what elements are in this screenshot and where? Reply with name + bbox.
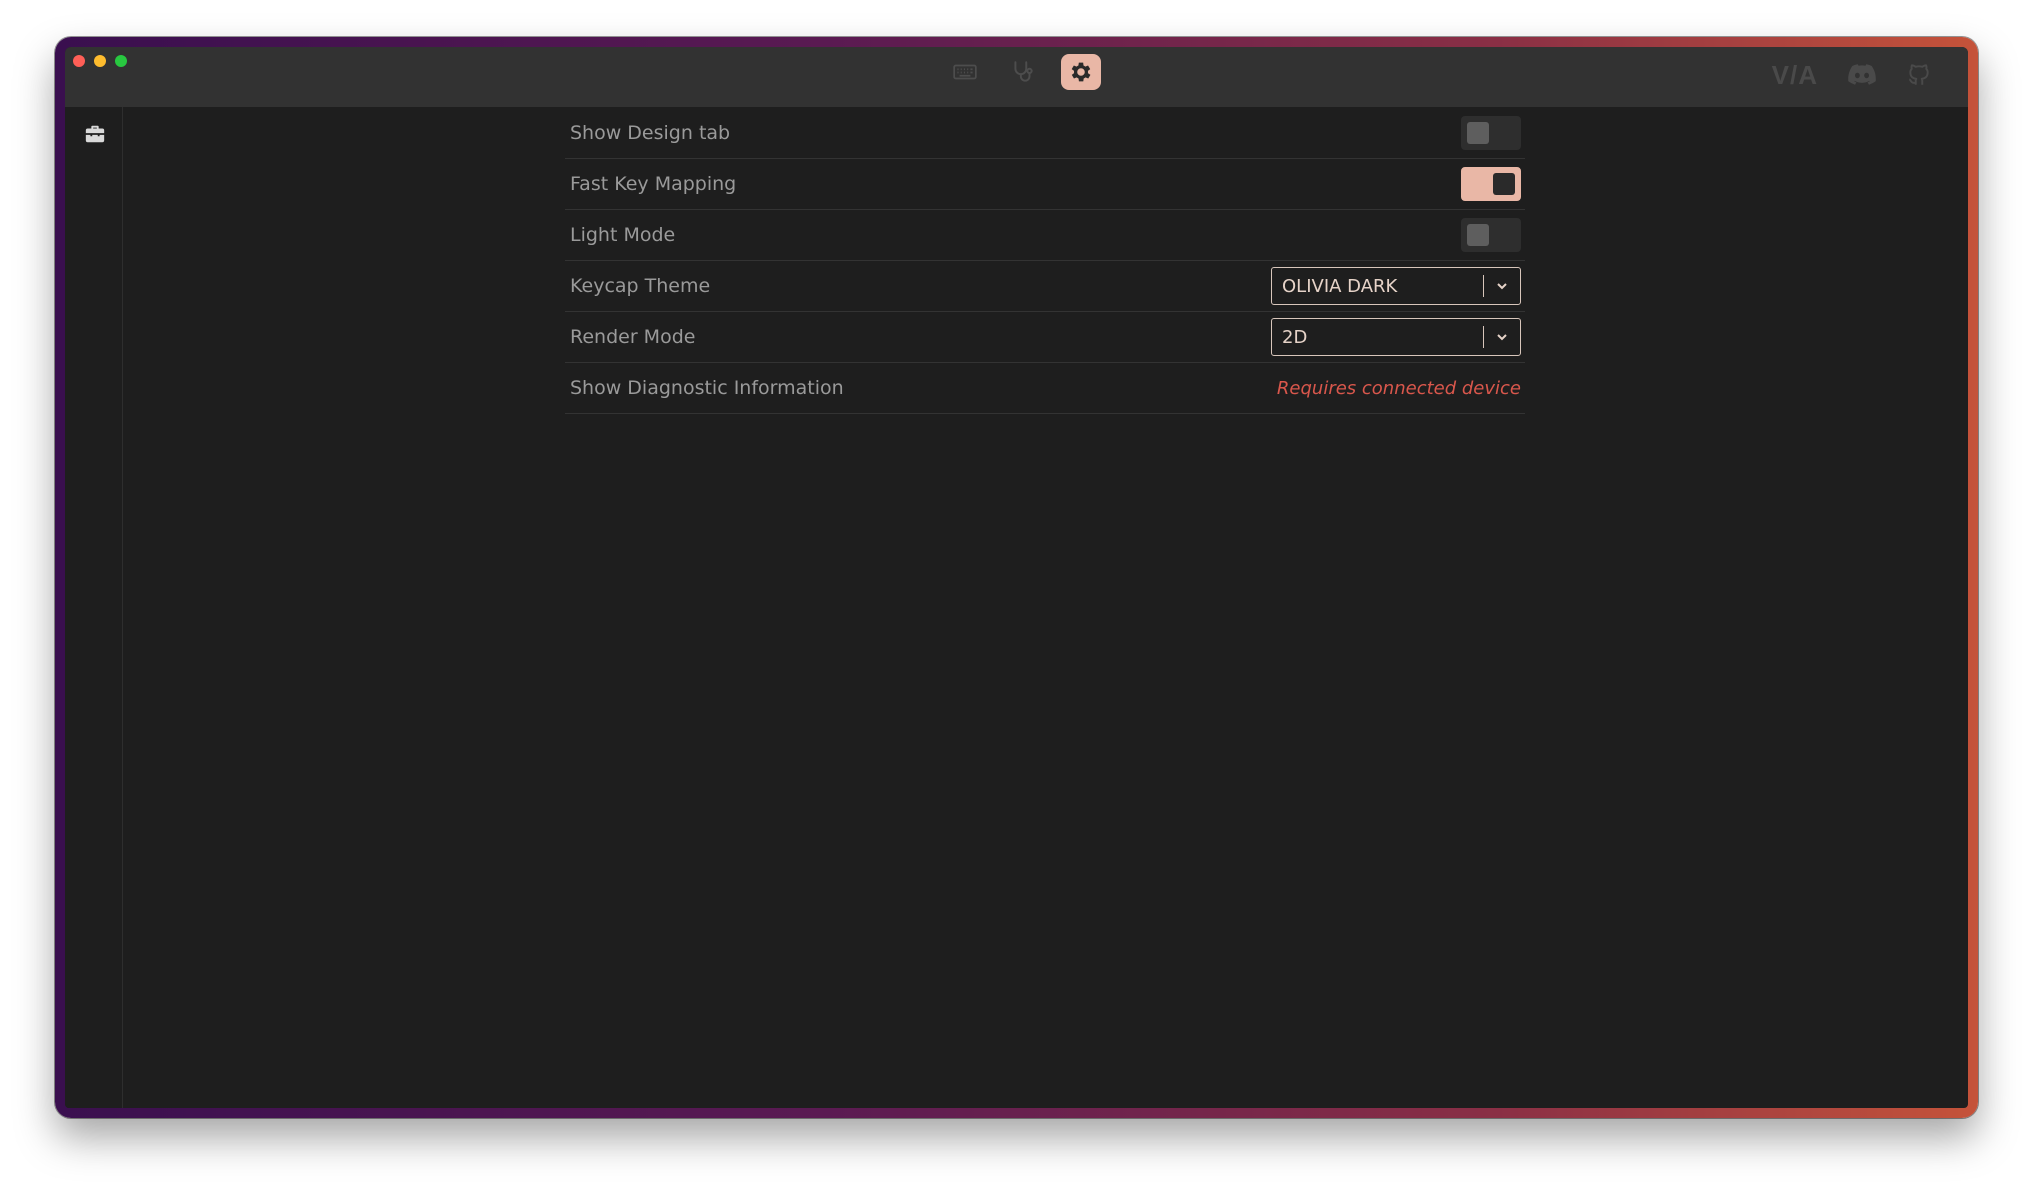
select-value: OLIVIA DARK [1282, 275, 1398, 297]
app-window: V/A Show Design tab Fast Key Mapping Lig… [55, 37, 1978, 1118]
setting-row-light-mode: Light Mode [565, 210, 1525, 261]
setting-label: Render Mode [570, 326, 696, 348]
via-logo-link[interactable]: V/A [1771, 59, 1818, 90]
setting-row-keycap-theme: Keycap Theme OLIVIA DARK [565, 261, 1525, 312]
select-value: 2D [1282, 326, 1308, 348]
keyboard-icon [953, 64, 977, 80]
github-link[interactable] [1906, 61, 1932, 89]
toolbox-icon [85, 125, 105, 143]
zoom-window-button[interactable] [115, 55, 127, 67]
traffic-lights [73, 55, 127, 67]
tab-configure[interactable] [945, 54, 985, 90]
light-mode-toggle[interactable] [1461, 218, 1521, 252]
chevron-down-icon[interactable] [1484, 279, 1520, 293]
minimize-window-button[interactable] [94, 55, 106, 67]
gear-icon [1071, 62, 1091, 82]
tab-test[interactable] [1003, 54, 1043, 90]
titlebar: V/A [65, 47, 1968, 107]
fast-key-mapping-toggle[interactable] [1461, 167, 1521, 201]
sidebar-item-toolbox[interactable] [84, 123, 106, 145]
close-window-button[interactable] [73, 55, 85, 67]
setting-label: Light Mode [570, 224, 676, 246]
external-links: V/A [1771, 59, 1932, 90]
tab-settings[interactable] [1061, 54, 1101, 90]
toggle-knob [1467, 224, 1489, 246]
github-icon [1908, 64, 1929, 85]
settings-panel: Show Design tab Fast Key Mapping Light M… [565, 108, 1525, 414]
discord-icon [1848, 64, 1876, 85]
keycap-theme-select[interactable]: OLIVIA DARK [1271, 267, 1521, 305]
setting-row-render-mode: Render Mode 2D [565, 312, 1525, 363]
chevron-down-icon[interactable] [1484, 330, 1520, 344]
main-tabs [945, 54, 1101, 90]
setting-row-diagnostic-info: Show Diagnostic Information Requires con… [565, 363, 1525, 414]
setting-label: Show Diagnostic Information [570, 377, 844, 399]
window-content: V/A Show Design tab Fast Key Mapping Lig… [65, 47, 1968, 1108]
render-mode-select[interactable]: 2D [1271, 318, 1521, 356]
setting-row-fast-key-mapping: Fast Key Mapping [565, 159, 1525, 210]
toggle-knob [1467, 122, 1489, 144]
toggle-knob [1493, 173, 1515, 195]
setting-label: Show Design tab [570, 122, 731, 144]
via-logo: V/A [1771, 59, 1818, 90]
sidebar [65, 107, 123, 1108]
setting-label: Fast Key Mapping [570, 173, 737, 195]
setting-row-show-design-tab: Show Design tab [565, 108, 1525, 159]
requires-device-message: Requires connected device [1276, 377, 1521, 399]
stethoscope-icon [1014, 61, 1033, 82]
show-design-tab-toggle[interactable] [1461, 116, 1521, 150]
discord-link[interactable] [1848, 61, 1876, 89]
setting-label: Keycap Theme [570, 275, 711, 297]
